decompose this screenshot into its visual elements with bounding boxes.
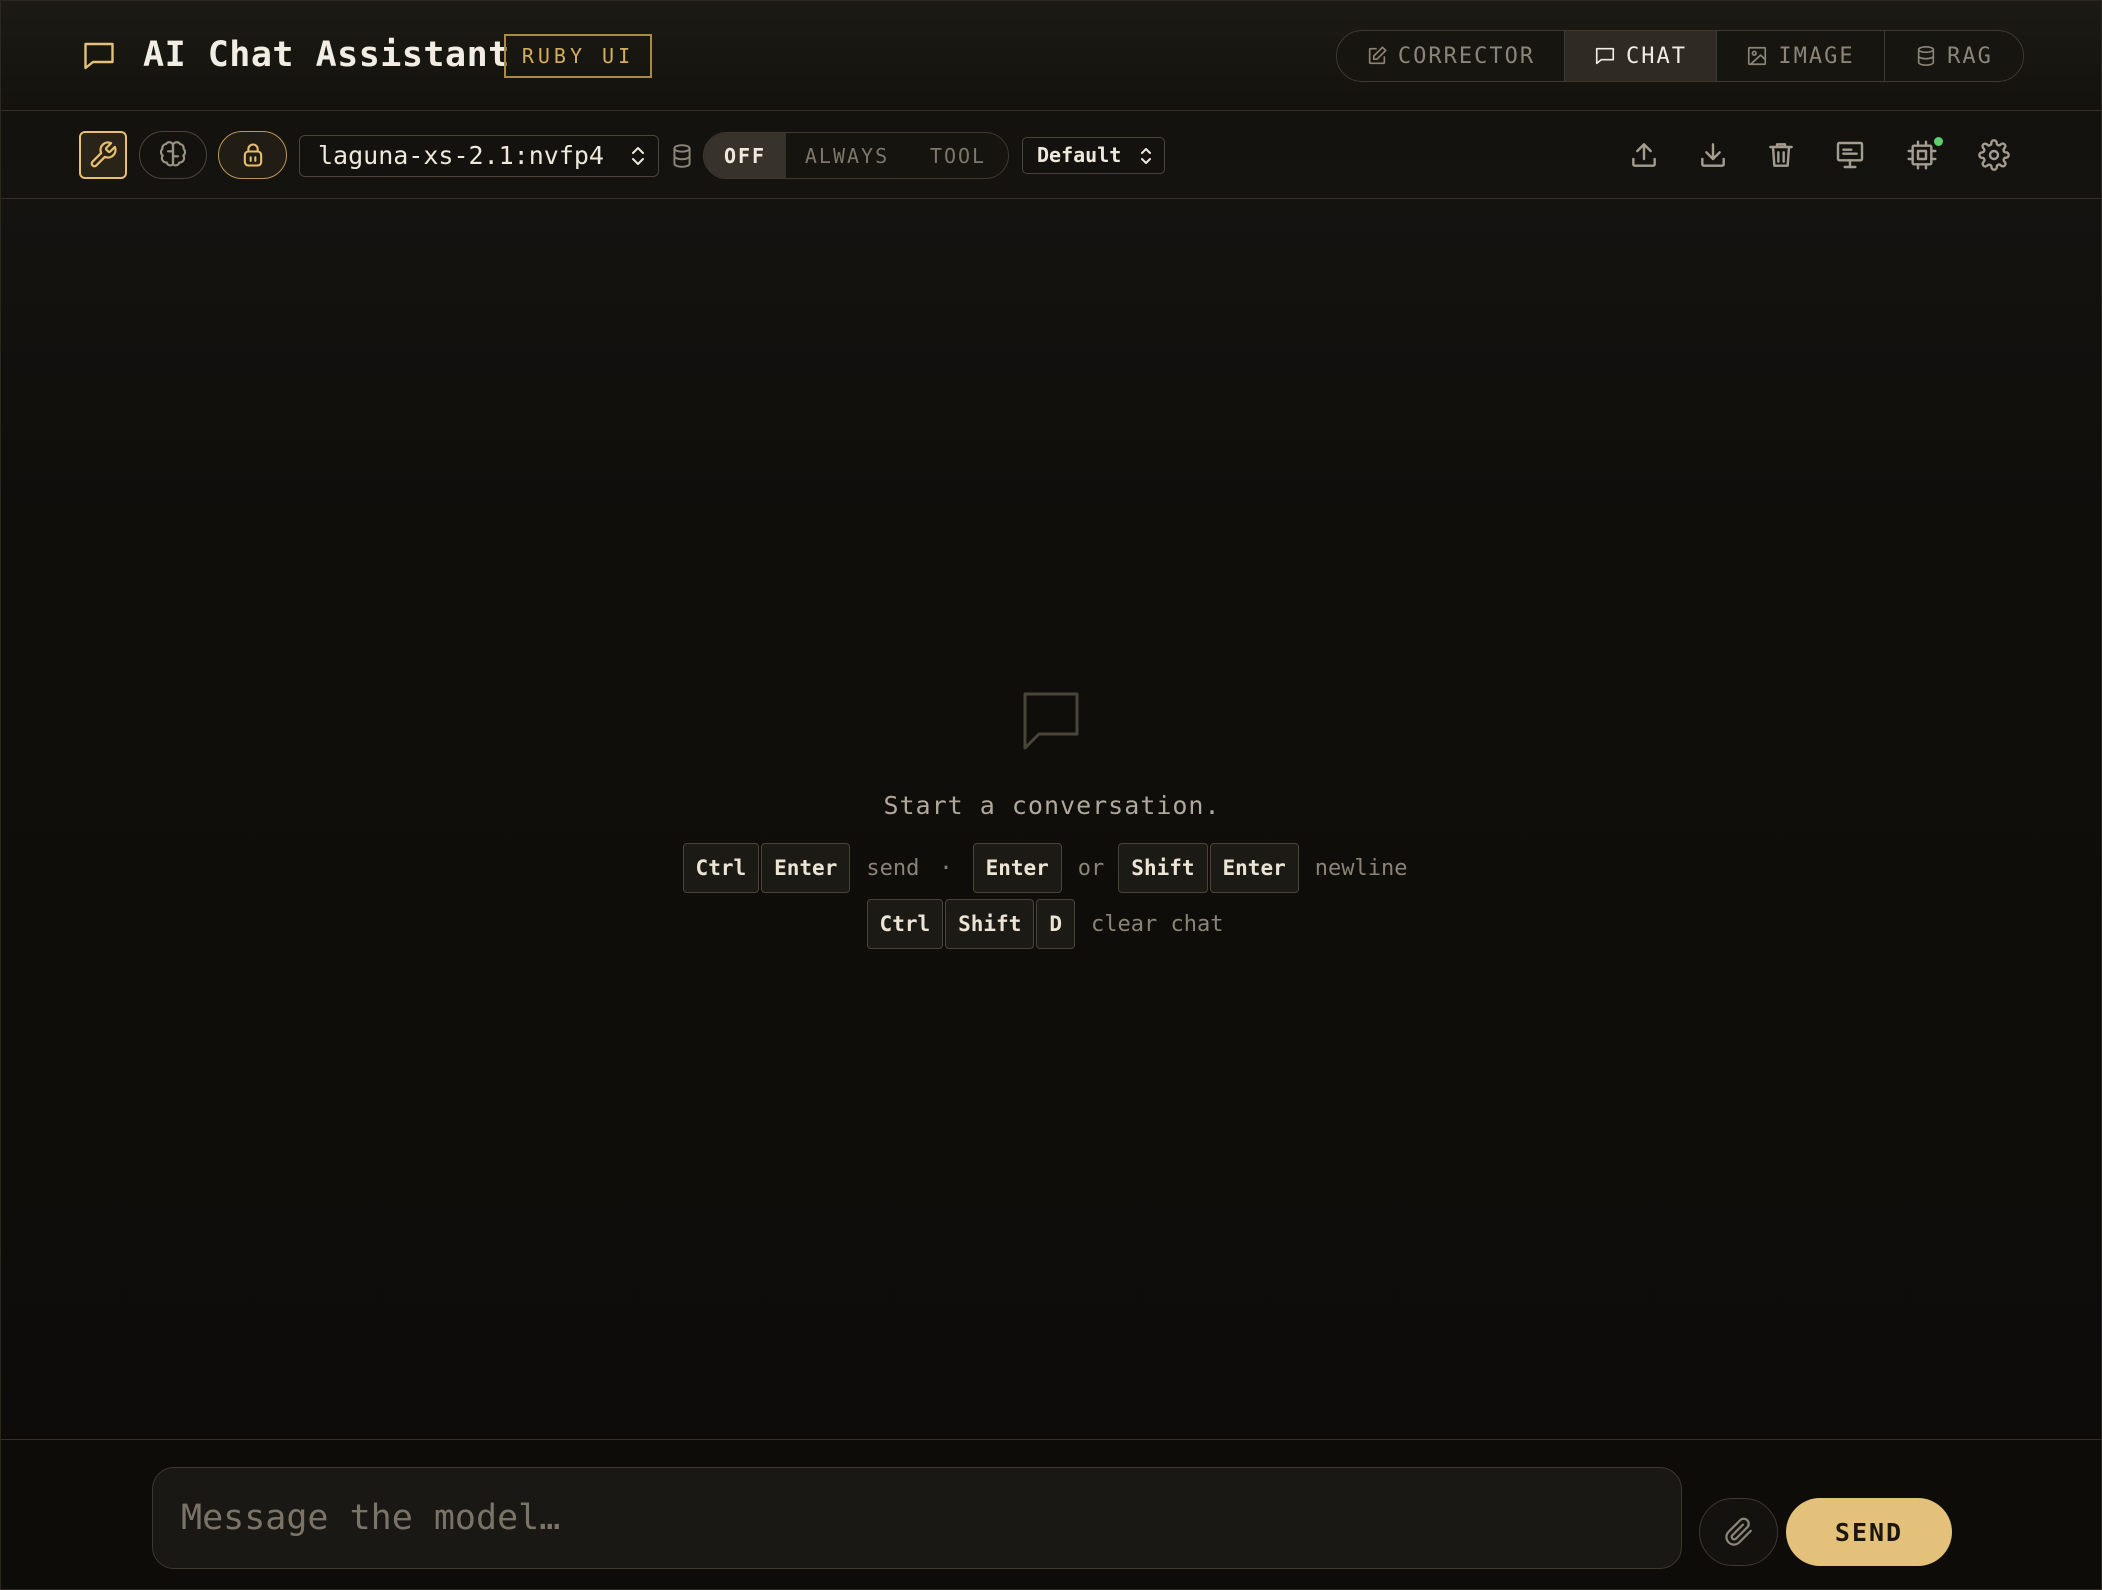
shortcut-label: clear chat: [1091, 911, 1224, 937]
download-icon[interactable]: [1697, 139, 1729, 171]
kbd-key: Shift: [945, 899, 1035, 949]
upload-icon[interactable]: [1628, 139, 1660, 171]
tab-label: CHAT: [1626, 43, 1687, 69]
shortcut-label: or: [1077, 855, 1105, 881]
paperclip-icon: [1724, 1517, 1752, 1546]
chevron-up-down-icon: [1141, 148, 1151, 164]
cpu-chip-icon[interactable]: [1906, 139, 1938, 171]
thinking-toggle-button[interactable]: [139, 131, 207, 179]
rag-option-tool[interactable]: TOOL: [908, 133, 1008, 178]
status-online-indicator: [1934, 137, 1943, 146]
kbd-key: Enter: [972, 843, 1062, 893]
database-icon: [1917, 46, 1935, 66]
message-composer: SEND: [1, 1439, 2101, 1590]
tab-rag[interactable]: RAG: [1885, 31, 2023, 81]
preset-select[interactable]: Default: [1022, 137, 1165, 174]
tab-corrector[interactable]: CORRECTOR: [1337, 31, 1565, 81]
theme-badge: RUBY UI: [504, 34, 652, 78]
empty-state-title: Start a conversation.: [883, 791, 1221, 820]
shortcut-separator: ·: [939, 855, 953, 881]
send-button[interactable]: SEND: [1786, 1498, 1952, 1566]
kbd-key: Enter: [761, 843, 851, 893]
kbd-key: Enter: [1209, 843, 1299, 893]
tools-toggle-button[interactable]: [79, 131, 127, 179]
tab-label: CORRECTOR: [1397, 43, 1536, 69]
rag-option-always[interactable]: ALWAYS: [786, 133, 908, 178]
attach-file-button[interactable]: [1699, 1498, 1778, 1566]
rag-mode-toggle: OFF ALWAYS TOOL: [703, 132, 1009, 179]
database-icon: [673, 144, 691, 168]
tab-image[interactable]: IMAGE: [1717, 31, 1885, 81]
tab-chat[interactable]: CHAT: [1565, 31, 1717, 81]
shortcut-label: newline: [1314, 855, 1408, 881]
shortcut-hints-row: Ctrl Shift D clear chat: [1, 899, 2102, 949]
monitor-icon[interactable]: [1834, 139, 1866, 171]
kbd-key: Ctrl: [866, 899, 944, 949]
model-select-value: laguna-xs-2.1:nvfp4: [318, 141, 604, 170]
app-header: AI Chat Assistant RUBY UI CORRECTOR CHAT…: [1, 1, 2101, 111]
private-mode-toggle-button[interactable]: [218, 131, 287, 179]
tab-label: IMAGE: [1778, 43, 1855, 69]
app-title: AI Chat Assistant: [143, 35, 510, 75]
shortcut-label: send: [866, 855, 920, 881]
rag-option-off[interactable]: OFF: [704, 133, 786, 178]
kbd-key: Ctrl: [682, 843, 760, 893]
tab-label: RAG: [1947, 43, 1993, 69]
wrench-icon: [90, 141, 117, 168]
preset-select-value: Default: [1037, 143, 1122, 167]
message-input[interactable]: [152, 1467, 1682, 1569]
brain-icon: [159, 141, 187, 167]
lock-icon: [243, 143, 262, 167]
gear-icon[interactable]: [1978, 139, 2010, 171]
chevron-up-down-icon: [632, 147, 644, 165]
chat-toolbar: laguna-xs-2.1:nvfp4 OFF ALWAYS TOOL Defa…: [1, 111, 2101, 199]
chat-bubble-icon: [84, 42, 114, 70]
mode-tabs: CORRECTOR CHAT IMAGE RAG: [1336, 30, 2024, 82]
model-select[interactable]: laguna-xs-2.1:nvfp4: [299, 135, 659, 177]
kbd-key: Shift: [1118, 843, 1208, 893]
image-icon: [1748, 46, 1767, 66]
shortcut-hints-row: Ctrl Enter send · Enter or Shift Enter n…: [1, 843, 2102, 893]
chat-bubble-icon: [1023, 692, 1079, 750]
kbd-key: D: [1036, 899, 1075, 949]
pencil-edit-icon: [1368, 46, 1387, 65]
trash-icon[interactable]: [1765, 139, 1797, 171]
app-window: AI Chat Assistant RUBY UI CORRECTOR CHAT…: [0, 0, 2102, 1590]
chat-bubble-icon: [1595, 47, 1615, 65]
